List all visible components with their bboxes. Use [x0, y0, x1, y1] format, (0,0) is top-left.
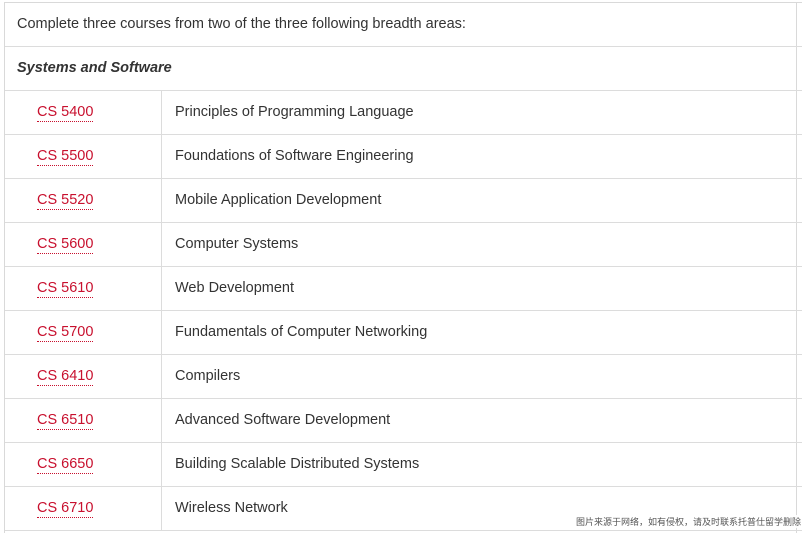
course-code-link[interactable]: CS 6710 — [37, 500, 94, 518]
course-code-link[interactable]: CS 6510 — [37, 412, 94, 430]
course-code-link[interactable]: CS 5700 — [37, 324, 94, 342]
course-code-link[interactable]: CS 6410 — [37, 368, 94, 386]
course-title: Foundations of Software Engineering — [175, 148, 414, 164]
course-code-link[interactable]: CS 5600 — [37, 236, 94, 254]
course-code-cell: CS 6410 — [5, 355, 162, 398]
course-code-cell: CS 5610 — [5, 267, 162, 310]
course-code-link[interactable]: CS 5610 — [37, 280, 94, 298]
course-title: Compilers — [175, 368, 241, 384]
course-row: CS 5520 Mobile Application Development — [5, 179, 802, 223]
course-title: Web Development — [175, 280, 295, 296]
course-row: CS 6650 Building Scalable Distributed Sys… — [5, 443, 802, 487]
course-title: Computer Systems — [175, 236, 299, 252]
course-row: CS 5700 Fundamentals of Computer Networki… — [5, 311, 802, 355]
course-title: Principles of Programming Language — [175, 104, 414, 120]
course-code-cell: CS 6710 — [5, 487, 162, 530]
intro-text: Complete three courses from two of the t… — [17, 16, 466, 32]
course-row: CS 5400 Principles of Programming Languag… — [5, 91, 802, 135]
course-code-link[interactable]: CS 5400 — [37, 104, 94, 122]
course-code-cell: CS 6650 — [5, 443, 162, 486]
watermark-text: 图片来源于网络，如有侵权，请及时联系托普仕留学删除 — [575, 515, 801, 528]
course-row: CS 5600 Computer Systems — [5, 223, 802, 267]
course-title: Advanced Software Development — [175, 412, 391, 428]
course-title: Mobile Application Development — [175, 192, 382, 208]
course-title: Wireless Network — [175, 500, 288, 516]
course-code-link[interactable]: CS 6650 — [37, 456, 94, 474]
intro-row: Complete three courses from two of the t… — [5, 3, 802, 47]
course-code-cell: CS 6510 — [5, 399, 162, 442]
course-code-cell: CS 5520 — [5, 179, 162, 222]
course-row: CS 5610 Web Development — [5, 267, 802, 311]
area-heading: Systems and Software — [17, 60, 172, 76]
course-code-link[interactable]: CS 5500 — [37, 148, 94, 166]
course-title: Fundamentals of Computer Networking — [175, 324, 428, 340]
course-code-cell: CS 5600 — [5, 223, 162, 266]
course-code-cell: CS 5400 — [5, 91, 162, 134]
course-row: CS 5500 Foundations of Software Engineeri… — [5, 135, 802, 179]
course-row: CS 6410 Compilers — [5, 355, 802, 399]
course-code-cell: CS 5700 — [5, 311, 162, 354]
area-heading-row: Systems and Software — [5, 47, 802, 91]
course-code-link[interactable]: CS 5520 — [37, 192, 94, 210]
course-code-cell: CS 5500 — [5, 135, 162, 178]
course-row: CS 6510 Advanced Software Development — [5, 399, 802, 443]
course-title: Building Scalable Distributed Systems — [175, 456, 420, 472]
